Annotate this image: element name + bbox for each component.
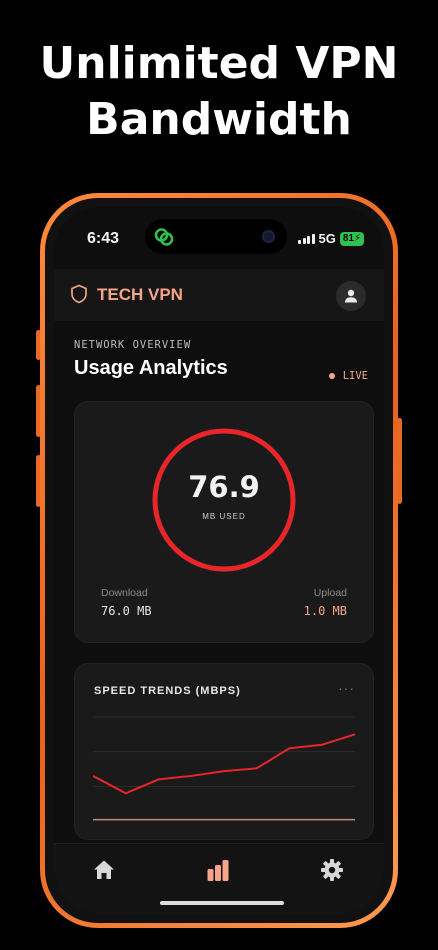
user-icon: [345, 289, 357, 303]
battery-level: 81: [342, 232, 354, 244]
status-indicators: 5G 81⚡: [298, 231, 364, 246]
bar-chart-icon[interactable]: [206, 858, 230, 882]
gear-icon[interactable]: [320, 858, 344, 882]
more-options-button[interactable]: ···: [338, 680, 355, 696]
signal-icon: [298, 233, 315, 244]
app-bar: TECH VPN: [54, 269, 384, 321]
app-screen: 6:43 5G 81⚡ TECH VPN NETWORK OVERVIEW Us…: [54, 207, 384, 914]
headline-line-1: Unlimited VPN: [39, 38, 399, 89]
battery-icon: 81⚡: [339, 231, 364, 246]
shield-icon: [71, 284, 87, 304]
section-overline: NETWORK OVERVIEW: [74, 339, 192, 351]
download-label: Download: [101, 587, 148, 599]
usage-unit: MB USED: [202, 512, 246, 521]
status-time: 6:43: [87, 230, 120, 247]
dynamic-island: [145, 219, 287, 254]
headline-line-2: Bandwidth: [86, 94, 352, 145]
live-dot: [328, 373, 335, 379]
live-indicator: LIVE: [328, 370, 368, 382]
speed-trends-chart: [93, 716, 355, 821]
live-label: LIVE: [342, 370, 368, 382]
home-icon[interactable]: [92, 858, 116, 882]
home-indicator[interactable]: [160, 901, 284, 905]
usage-total: 76.9: [188, 470, 260, 504]
download-value: 76.0 MB: [101, 604, 152, 618]
promo-headline: Unlimited VPN Bandwidth: [0, 36, 438, 148]
bottom-nav: [54, 843, 384, 914]
phone-bezel: 6:43 5G 81⚡ TECH VPN NETWORK OVERVIEW Us…: [45, 198, 393, 923]
page-title: Usage Analytics: [74, 357, 228, 379]
upload-value: 1.0 MB: [303, 604, 347, 618]
status-bar: 6:43 5G 81⚡: [54, 207, 384, 269]
network-type: 5G: [318, 231, 336, 246]
speed-trends-title: SPEED TRENDS (MBPS): [94, 685, 241, 697]
phone-frame: 6:43 5G 81⚡ TECH VPN NETWORK OVERVIEW Us…: [40, 193, 398, 928]
brand-name: TECH VPN: [97, 285, 183, 304]
camera-icon: [262, 230, 275, 243]
usage-card: 76.9 MB USED Download 76.0 MB Upload 1.0…: [74, 401, 374, 643]
upload-label: Upload: [313, 587, 347, 599]
series-line-0: [93, 733, 355, 795]
speed-trends-card: SPEED TRENDS (MBPS) ···: [74, 663, 374, 840]
profile-button[interactable]: [336, 281, 366, 311]
link-icon: [154, 228, 174, 246]
